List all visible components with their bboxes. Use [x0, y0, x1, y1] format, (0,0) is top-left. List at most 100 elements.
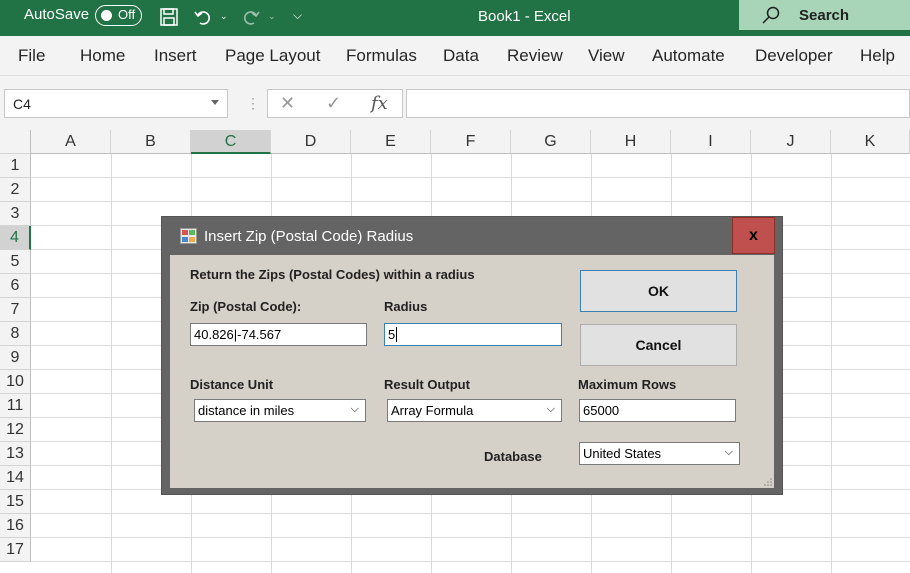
redo-icon[interactable] [239, 5, 263, 29]
search-label: Search [799, 7, 850, 24]
title-bar: AutoSave Off ⌄ ⌄ ⌵ Book1 - Excel Search [0, 0, 910, 36]
distance-unit-value: distance in miles [198, 403, 295, 418]
result-output-select[interactable]: Array Formula ⌵ [387, 399, 562, 422]
row-header[interactable]: 9 [0, 346, 31, 370]
max-rows-value: 65000 [583, 403, 620, 418]
column-header[interactable]: B [111, 130, 191, 154]
row-header[interactable]: 1 [0, 154, 31, 178]
radius-label: Radius [384, 299, 428, 314]
zip-label: Zip (Postal Code): [190, 299, 302, 314]
max-rows-input[interactable]: 65000 [579, 399, 736, 422]
row-header[interactable]: 14 [0, 466, 31, 490]
tab-automate[interactable]: Automate [652, 46, 725, 66]
name-box-value: C4 [13, 96, 31, 112]
row-header[interactable]: 3 [0, 202, 31, 226]
max-rows-label: Maximum Rows [578, 377, 677, 392]
autosave-toggle[interactable]: Off [95, 5, 142, 26]
column-header[interactable]: K [831, 130, 910, 154]
gridline [831, 154, 832, 573]
cancel-button[interactable]: Cancel [580, 324, 737, 366]
instruction-text: Return the Zips (Postal Codes) within a … [190, 267, 475, 282]
column-header[interactable]: I [671, 130, 751, 154]
column-header[interactable]: F [431, 130, 511, 154]
document-title: Book1 - Excel [478, 8, 571, 25]
tab-view[interactable]: View [588, 46, 625, 66]
row-header[interactable]: 13 [0, 442, 31, 466]
chevron-down-icon: ⌵ [350, 403, 359, 415]
tab-review[interactable]: Review [507, 46, 563, 66]
app-icon [180, 228, 197, 244]
insert-zip-radius-dialog: Insert Zip (Postal Code) Radius x Return… [161, 216, 783, 495]
gridline [31, 177, 910, 178]
ribbon-tabs: File Home Insert Page Layout Formulas Da… [0, 36, 910, 76]
row-header[interactable]: 5 [0, 250, 31, 274]
chevron-down-icon[interactable] [211, 100, 219, 105]
distance-unit-select[interactable]: distance in miles ⌵ [194, 399, 366, 422]
autosave-state: Off [118, 7, 136, 22]
resize-grip-icon[interactable] [764, 478, 772, 486]
row-header[interactable]: 6 [0, 274, 31, 298]
column-header[interactable]: A [31, 130, 111, 154]
tab-data[interactable]: Data [443, 46, 479, 66]
insert-function-icon[interactable]: fx [371, 93, 388, 114]
radius-input[interactable]: 5 [384, 323, 562, 346]
row-header-selected[interactable]: 4 [0, 226, 31, 250]
ok-button[interactable]: OK [580, 270, 737, 312]
select-all-corner[interactable] [0, 130, 31, 154]
more-icon: ⋮ [246, 95, 260, 111]
text-caret [396, 327, 398, 342]
row-header[interactable]: 16 [0, 514, 31, 538]
tab-formulas[interactable]: Formulas [346, 46, 417, 66]
dialog-title: Insert Zip (Postal Code) Radius [204, 228, 414, 245]
cancel-icon[interactable]: ✕ [280, 93, 295, 114]
result-output-label: Result Output [384, 377, 470, 392]
tab-insert[interactable]: Insert [154, 46, 197, 66]
tab-help[interactable]: Help [860, 46, 895, 66]
chevron-down-icon: ⌵ [724, 446, 733, 458]
row-header[interactable]: 17 [0, 538, 31, 562]
row-header[interactable]: 7 [0, 298, 31, 322]
column-header[interactable]: D [271, 130, 351, 154]
undo-icon[interactable] [191, 5, 215, 29]
search-icon [761, 5, 781, 30]
dialog-title-bar[interactable]: Insert Zip (Postal Code) Radius [162, 217, 782, 255]
distance-unit-label: Distance Unit [190, 377, 274, 392]
redo-dropdown-icon[interactable]: ⌄ [268, 11, 276, 22]
result-output-value: Array Formula [391, 403, 474, 418]
row-header[interactable]: 15 [0, 490, 31, 514]
tab-home[interactable]: Home [80, 46, 125, 66]
close-icon: x [749, 227, 758, 244]
database-value: United States [583, 446, 662, 461]
row-header[interactable]: 8 [0, 322, 31, 346]
search-box[interactable]: Search [739, 0, 910, 30]
close-button[interactable]: x [732, 217, 775, 254]
zip-value: 40.826|-74.567 [194, 327, 282, 342]
column-header[interactable]: E [351, 130, 431, 154]
tab-file[interactable]: File [18, 46, 45, 66]
gridline [31, 561, 910, 562]
database-select[interactable]: United States ⌵ [579, 442, 740, 465]
formula-input[interactable] [406, 89, 910, 118]
row-header[interactable]: 11 [0, 394, 31, 418]
column-header[interactable]: H [591, 130, 671, 154]
column-header[interactable]: J [751, 130, 831, 154]
name-box[interactable]: C4 [4, 89, 228, 118]
customize-qat-icon[interactable]: ⌵ [293, 8, 302, 23]
chevron-down-icon: ⌵ [546, 403, 555, 415]
save-icon[interactable] [157, 5, 181, 29]
row-header[interactable]: 10 [0, 370, 31, 394]
row-header[interactable]: 2 [0, 178, 31, 202]
radius-value: 5 [388, 327, 396, 342]
tab-page-layout[interactable]: Page Layout [225, 46, 320, 66]
dialog-body: Return the Zips (Postal Codes) within a … [170, 255, 774, 488]
column-header-selected[interactable]: C [191, 130, 271, 154]
row-header[interactable]: 12 [0, 418, 31, 442]
gridline [31, 513, 910, 514]
column-header[interactable]: G [511, 130, 591, 154]
undo-dropdown-icon[interactable]: ⌄ [220, 11, 228, 22]
zip-input[interactable]: 40.826|-74.567 [190, 323, 367, 346]
gridline [31, 537, 910, 538]
enter-icon[interactable]: ✓ [326, 93, 341, 114]
tab-developer[interactable]: Developer [755, 46, 833, 66]
gridline [111, 154, 112, 573]
